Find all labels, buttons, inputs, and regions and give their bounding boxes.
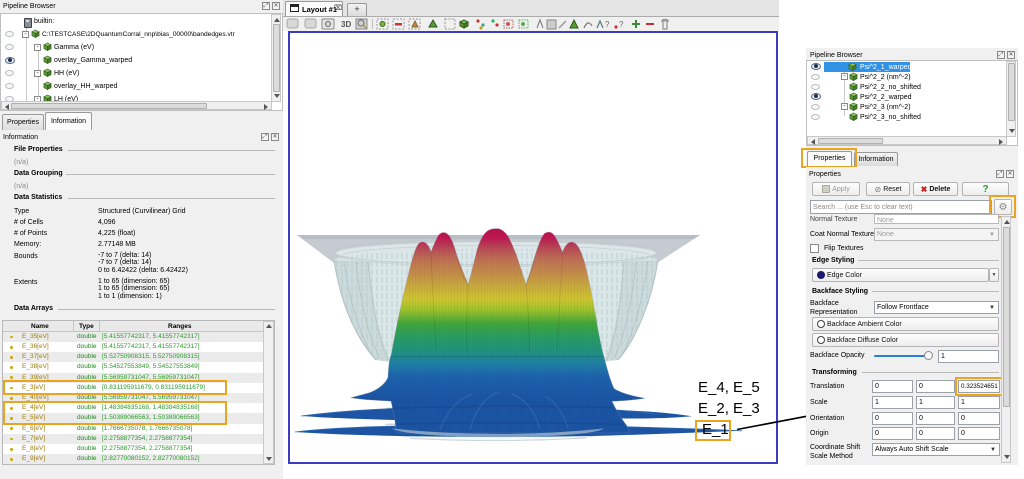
svg-text:?: ? (619, 20, 624, 29)
svg-text:?: ? (605, 20, 610, 29)
svg-text:3D: 3D (341, 20, 351, 29)
